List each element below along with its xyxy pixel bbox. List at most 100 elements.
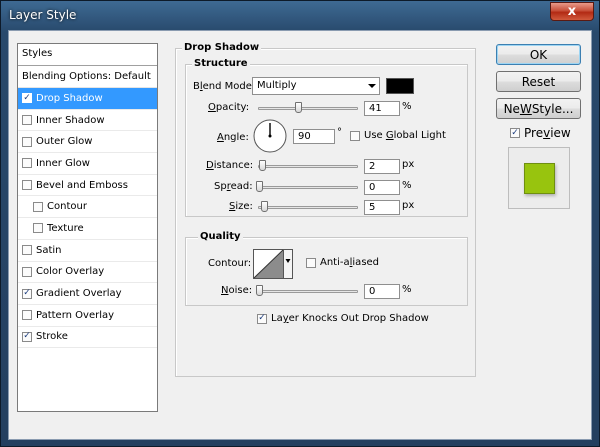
noise-unit: % <box>402 284 412 295</box>
style-item-label: Color Overlay <box>36 266 105 278</box>
preview-swatch <box>523 162 555 194</box>
opacity-slider-track[interactable] <box>258 107 358 110</box>
style-item-label: Pattern Overlay <box>36 309 115 321</box>
distance-label: Distance: <box>206 160 254 171</box>
distance-input[interactable]: 2 <box>364 159 400 174</box>
new-style-button[interactable]: Ne W Style... <box>496 98 581 119</box>
size-slider-thumb[interactable] <box>261 201 268 212</box>
style-item-label: Outer Glow <box>36 136 93 148</box>
noise-input[interactable]: 0 <box>364 284 400 299</box>
style-item-outer-glow[interactable]: Outer Glow <box>18 131 157 154</box>
styles-list: Styles Blending Options: Default ✓ Drop S… <box>17 43 158 412</box>
style-item-drop-shadow[interactable]: ✓ Drop Shadow <box>18 88 157 110</box>
preview-thumbnail <box>508 147 570 209</box>
angle-input[interactable]: 90 <box>293 129 335 144</box>
use-global-light-box[interactable] <box>350 130 360 141</box>
blend-mode-label: Blend Mode: <box>193 81 256 92</box>
close-button[interactable]: x <box>550 2 594 21</box>
blend-mode-select[interactable]: Multiply <box>252 77 380 95</box>
layer-knocks-out-checkbox[interactable]: ✓ Layer Knocks Out Drop Shadow <box>257 313 429 324</box>
style-checkbox[interactable] <box>22 136 32 147</box>
style-item-label: Inner Shadow <box>36 114 105 126</box>
anti-aliased-box[interactable] <box>306 257 316 268</box>
layer-style-window: Layer Style x Styles Blending Options: D… <box>0 0 600 447</box>
contour-label: Contour: <box>208 258 252 269</box>
contour-picker[interactable] <box>253 249 293 279</box>
style-item-gradient-overlay[interactable]: ✓ Gradient Overlay <box>18 283 157 305</box>
spread-label: Spread: <box>214 181 253 192</box>
blending-options-item[interactable]: Blending Options: Default <box>18 66 157 88</box>
chevron-down-icon <box>368 84 376 88</box>
anti-aliased-checkbox[interactable]: Anti-aliased <box>306 257 379 268</box>
dialog-body: Styles Blending Options: Default ✓ Drop S… <box>8 30 592 440</box>
layer-knocks-out-box[interactable]: ✓ <box>257 313 267 324</box>
distance-unit: px <box>402 159 415 170</box>
preview-box-check[interactable]: ✓ <box>510 128 520 138</box>
spread-slider-thumb[interactable] <box>256 181 263 192</box>
angle-dial[interactable] <box>252 118 288 154</box>
style-item-bevel-and-emboss[interactable]: Bevel and Emboss <box>18 175 157 197</box>
spread-slider-track[interactable] <box>258 186 358 189</box>
reset-button[interactable]: Reset <box>496 71 581 92</box>
spread-input[interactable]: 0 <box>364 180 400 195</box>
style-checkbox[interactable] <box>22 180 32 191</box>
style-item-color-overlay[interactable]: Color Overlay <box>18 262 157 284</box>
use-global-light-checkbox[interactable]: Use Global Light <box>350 130 446 141</box>
style-checkbox[interactable] <box>33 223 43 234</box>
style-checkbox[interactable] <box>22 115 32 126</box>
angle-label: Angle: <box>217 132 249 143</box>
opacity-input[interactable]: 41 <box>364 101 400 116</box>
close-icon: x <box>567 4 577 19</box>
blend-mode-value: Multiply <box>257 80 297 91</box>
style-checkbox[interactable]: ✓ <box>22 288 32 299</box>
style-item-texture[interactable]: Texture <box>18 218 157 240</box>
spread-unit: % <box>402 180 412 191</box>
style-checkbox[interactable] <box>22 310 32 321</box>
title-bar[interactable]: Layer Style x <box>1 1 599 29</box>
preview-checkbox[interactable]: ✓ Preview <box>510 126 571 140</box>
styles-header[interactable]: Styles <box>18 44 157 66</box>
noise-slider-thumb[interactable] <box>256 285 263 296</box>
size-unit: px <box>402 200 415 211</box>
quality-title: Quality <box>198 231 243 242</box>
structure-title: Structure <box>192 58 250 69</box>
style-item-contour[interactable]: Contour <box>18 196 157 219</box>
style-checkbox[interactable]: ✓ <box>22 331 32 342</box>
style-checkbox[interactable] <box>22 245 32 256</box>
style-item-label: Texture <box>47 222 84 234</box>
window-title: Layer Style <box>9 8 77 22</box>
style-checkbox[interactable]: ✓ <box>22 93 32 104</box>
opacity-slider-thumb[interactable] <box>295 102 302 113</box>
size-slider-track[interactable] <box>258 206 358 209</box>
style-item-label: Drop Shadow <box>36 92 103 104</box>
size-label: Size: <box>229 201 253 212</box>
style-checkbox[interactable] <box>22 266 32 277</box>
style-item-inner-shadow[interactable]: Inner Shadow <box>18 110 157 132</box>
style-item-label: Stroke <box>36 331 68 343</box>
style-item-stroke[interactable]: ✓ Stroke <box>18 327 157 349</box>
style-checkbox[interactable] <box>22 158 32 169</box>
distance-slider-track[interactable] <box>258 165 358 168</box>
noise-label: Noise: <box>221 285 253 296</box>
style-item-label: Bevel and Emboss <box>36 179 128 191</box>
style-item-label: Gradient Overlay <box>36 288 122 300</box>
shadow-color-swatch[interactable] <box>386 78 414 94</box>
anti-aliased-label: Anti-aliased <box>320 257 380 268</box>
size-input[interactable]: 5 <box>364 200 400 215</box>
ok-button[interactable]: OK <box>496 44 581 65</box>
noise-slider-track[interactable] <box>258 290 358 293</box>
style-checkbox[interactable] <box>33 201 43 212</box>
style-item-inner-glow[interactable]: Inner Glow <box>18 153 157 175</box>
preview-label: Preview <box>524 126 571 140</box>
angle-unit: ° <box>337 127 342 138</box>
drop-shadow-title: Drop Shadow <box>182 42 262 53</box>
opacity-label: Opacity: <box>208 102 250 113</box>
style-item-pattern-overlay[interactable]: Pattern Overlay <box>18 305 157 327</box>
distance-slider-thumb[interactable] <box>259 160 266 171</box>
style-item-label: Inner Glow <box>36 157 90 169</box>
use-global-light-label: Use Global Light <box>364 130 446 141</box>
opacity-unit: % <box>402 101 412 112</box>
style-item-satin[interactable]: Satin <box>18 240 157 262</box>
style-item-label: Satin <box>36 244 62 256</box>
layer-knocks-out-label: Layer Knocks Out Drop Shadow <box>271 313 429 324</box>
